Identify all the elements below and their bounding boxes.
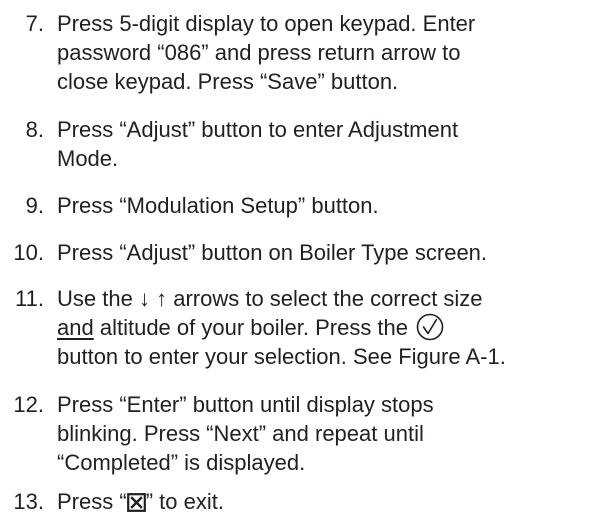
step-line: Press “Adjust” button to enter Adjustmen…: [57, 117, 459, 142]
step-number: 7.: [25, 11, 44, 36]
step-line: and altitude of your boiler. Press the: [57, 313, 602, 342]
step-line: Press “ ” to exit.: [57, 487, 602, 516]
step-number: 12.: [13, 392, 44, 417]
step-line: close keypad. Press “Save” button.: [57, 69, 399, 94]
step-text: Press “Adjust” button on Boiler Type scr…: [57, 238, 602, 267]
step-text-segment: Press “: [57, 489, 127, 514]
step-text-segment: arrows to select the correct size: [173, 286, 483, 311]
close-box-icon: [126, 493, 146, 512]
step-line: “Completed” is displayed.: [57, 450, 306, 475]
step-text: Press “Enter” button until display stops…: [57, 390, 602, 477]
step-text-segment: altitude of your boiler. Press the: [99, 315, 409, 340]
step-line: Press 5-digit display to open keypad. En…: [57, 11, 476, 36]
step-number: 8.: [25, 117, 44, 142]
step-line: Press “Adjust” button on Boiler Type scr…: [57, 240, 488, 265]
step-number: 11.: [15, 286, 44, 311]
step-line: button to enter your selection. See Figu…: [57, 344, 506, 369]
instruction-page: 7. Press 5-digit display to open keypad.…: [0, 0, 602, 522]
step-number: 9.: [25, 193, 44, 218]
step-text: Press “ ” to exit.: [57, 487, 602, 516]
step-text-segment: ” to exit.: [145, 489, 224, 514]
arrow-down-up-icon: ↓ ↑: [138, 286, 168, 311]
step-text-segment: Use the: [57, 286, 133, 311]
step-text: Press “Modulation Setup” button.: [57, 191, 602, 220]
step-text: Press “Adjust” button to enter Adjustmen…: [57, 115, 602, 173]
step-line: Press “Modulation Setup” button.: [57, 193, 379, 218]
step-number: 13.: [13, 489, 44, 514]
step-line: Press “Enter” button until display stops: [57, 392, 434, 417]
step-text: Press 5-digit display to open keypad. En…: [57, 9, 602, 96]
underlined-word: and: [57, 315, 94, 340]
step-number: 10.: [13, 240, 44, 265]
step-line: blinking. Press “Next” and repeat until: [57, 421, 424, 446]
step-line: Use the ↓ ↑ arrows to select the correct…: [57, 284, 602, 313]
step-line: password “086” and press return arrow to: [57, 40, 461, 65]
check-circle-icon: [416, 313, 444, 341]
step-text: Use the ↓ ↑ arrows to select the correct…: [57, 284, 602, 371]
step-line: Mode.: [57, 146, 119, 171]
